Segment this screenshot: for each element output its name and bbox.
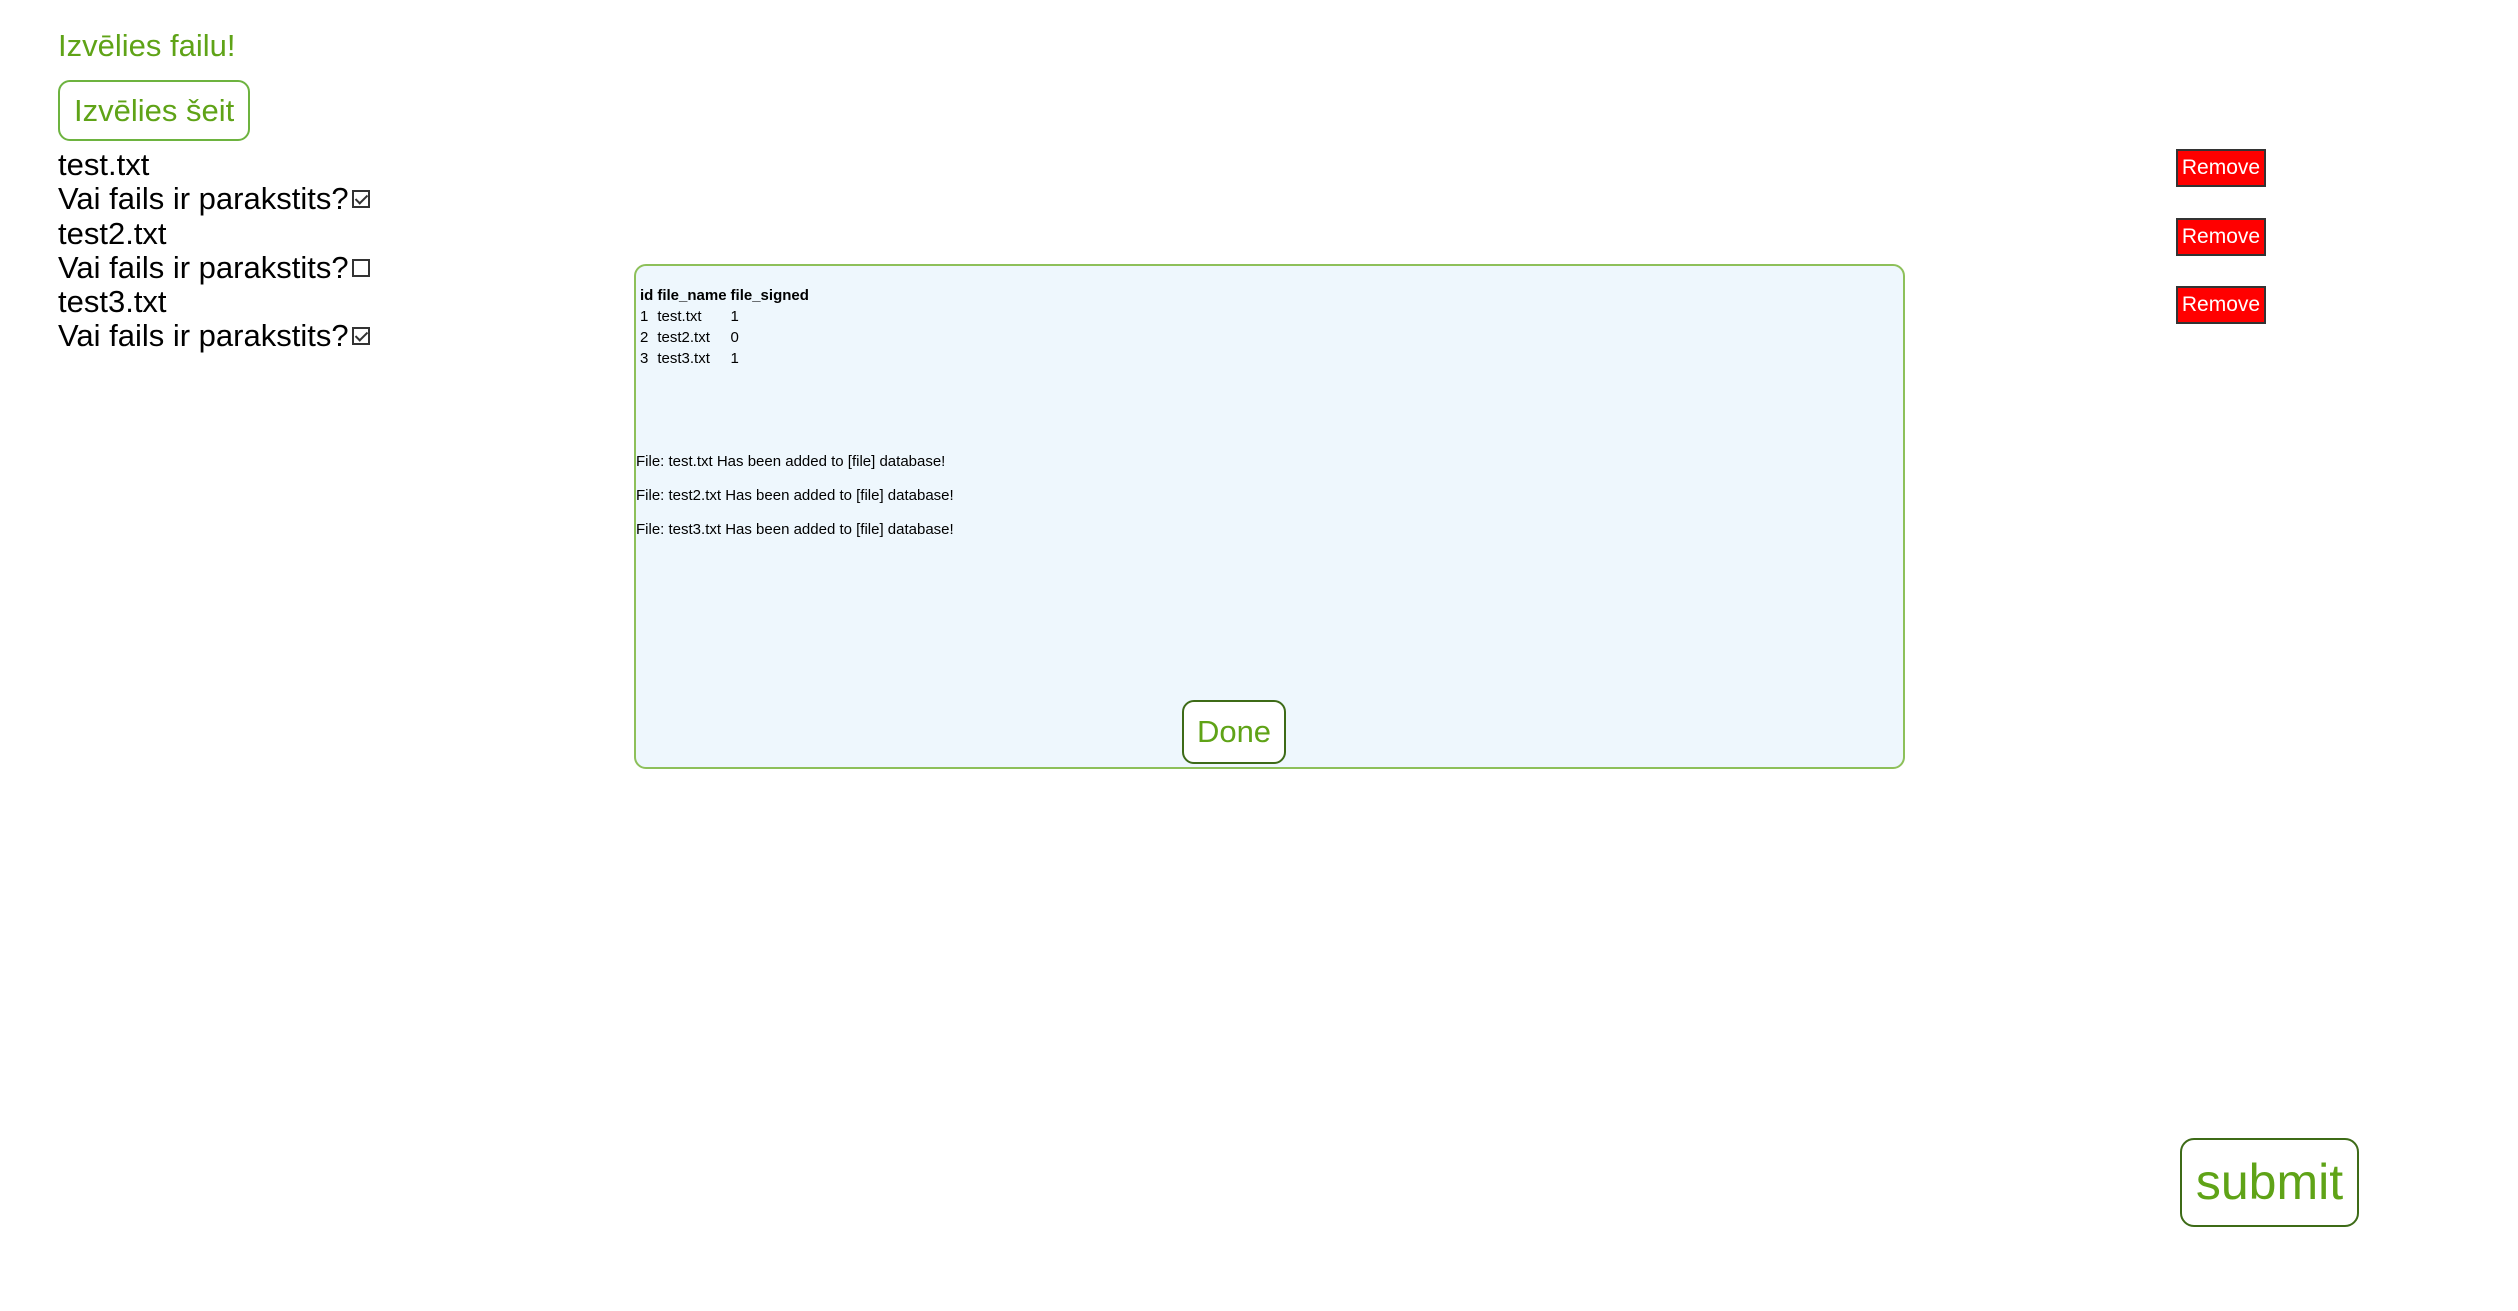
- status-message: File: test.txt Has been added to [file] …: [636, 453, 946, 470]
- column-header-file-name: file_name: [657, 286, 727, 304]
- status-message: File: test3.txt Has been added to [file]…: [636, 521, 954, 538]
- file-name: test.txt: [58, 147, 150, 182]
- done-button[interactable]: Done: [1182, 700, 1286, 764]
- signed-row: Vai fails ir parakstits?: [58, 182, 658, 216]
- upload-result-modal: id file_name file_signed 1 test.txt 1 2 …: [634, 264, 1905, 769]
- table-cell: 0: [730, 329, 739, 346]
- table-cell: test.txt: [657, 308, 702, 325]
- table-row: 2 test2.txt 0: [638, 327, 811, 348]
- table-cell: test2.txt: [657, 329, 710, 346]
- table-row: 3 test3.txt 1: [638, 348, 811, 369]
- signed-checkbox[interactable]: [351, 190, 370, 208]
- remove-button[interactable]: Remove: [2176, 286, 2266, 324]
- table-cell: 1: [730, 350, 739, 367]
- signed-checkbox[interactable]: [351, 258, 370, 277]
- signed-row: Vai fails ir parakstits?: [58, 249, 658, 285]
- remove-button[interactable]: Remove: [2176, 149, 2266, 187]
- signed-question-label: Vai fails ir parakstits?: [58, 249, 349, 285]
- table-cell: 1: [640, 308, 649, 325]
- table-cell: 3: [640, 350, 649, 367]
- signed-checkbox[interactable]: [351, 327, 370, 345]
- table-cell: 1: [730, 308, 739, 325]
- file-item: test.txt Vai fails ir parakstits?: [58, 148, 658, 217]
- remove-button[interactable]: Remove: [2176, 218, 2266, 256]
- signed-question-label: Vai fails ir parakstits?: [58, 181, 349, 216]
- submit-button[interactable]: submit: [2180, 1138, 2359, 1227]
- file-item: test2.txt Vai fails ir parakstits?: [58, 215, 658, 286]
- page-title: Izvēlies failu!: [58, 28, 236, 63]
- page: Izvēlies failu! Izvēlies šeit test.txt V…: [0, 0, 2518, 1311]
- choose-file-button[interactable]: Izvēlies šeit: [58, 80, 251, 141]
- file-name: test2.txt: [58, 215, 167, 251]
- column-header-id: id: [640, 286, 654, 304]
- table-row: 1 test.txt 1: [638, 306, 811, 327]
- file-item: test3.txt Vai fails ir parakstits?: [58, 285, 658, 354]
- signed-question-label: Vai fails ir parakstits?: [58, 318, 349, 353]
- file-database-table: id file_name file_signed 1 test.txt 1 2 …: [638, 284, 811, 369]
- table-cell: test3.txt: [657, 350, 710, 367]
- file-name: test3.txt: [58, 284, 167, 319]
- column-header-file-signed: file_signed: [730, 286, 809, 304]
- table-cell: 2: [640, 329, 649, 346]
- table-header-row: id file_name file_signed: [638, 284, 811, 306]
- signed-row: Vai fails ir parakstits?: [58, 319, 658, 353]
- file-list: test.txt Vai fails ir parakstits? test2.…: [58, 148, 658, 354]
- status-message: File: test2.txt Has been added to [file]…: [636, 487, 954, 504]
